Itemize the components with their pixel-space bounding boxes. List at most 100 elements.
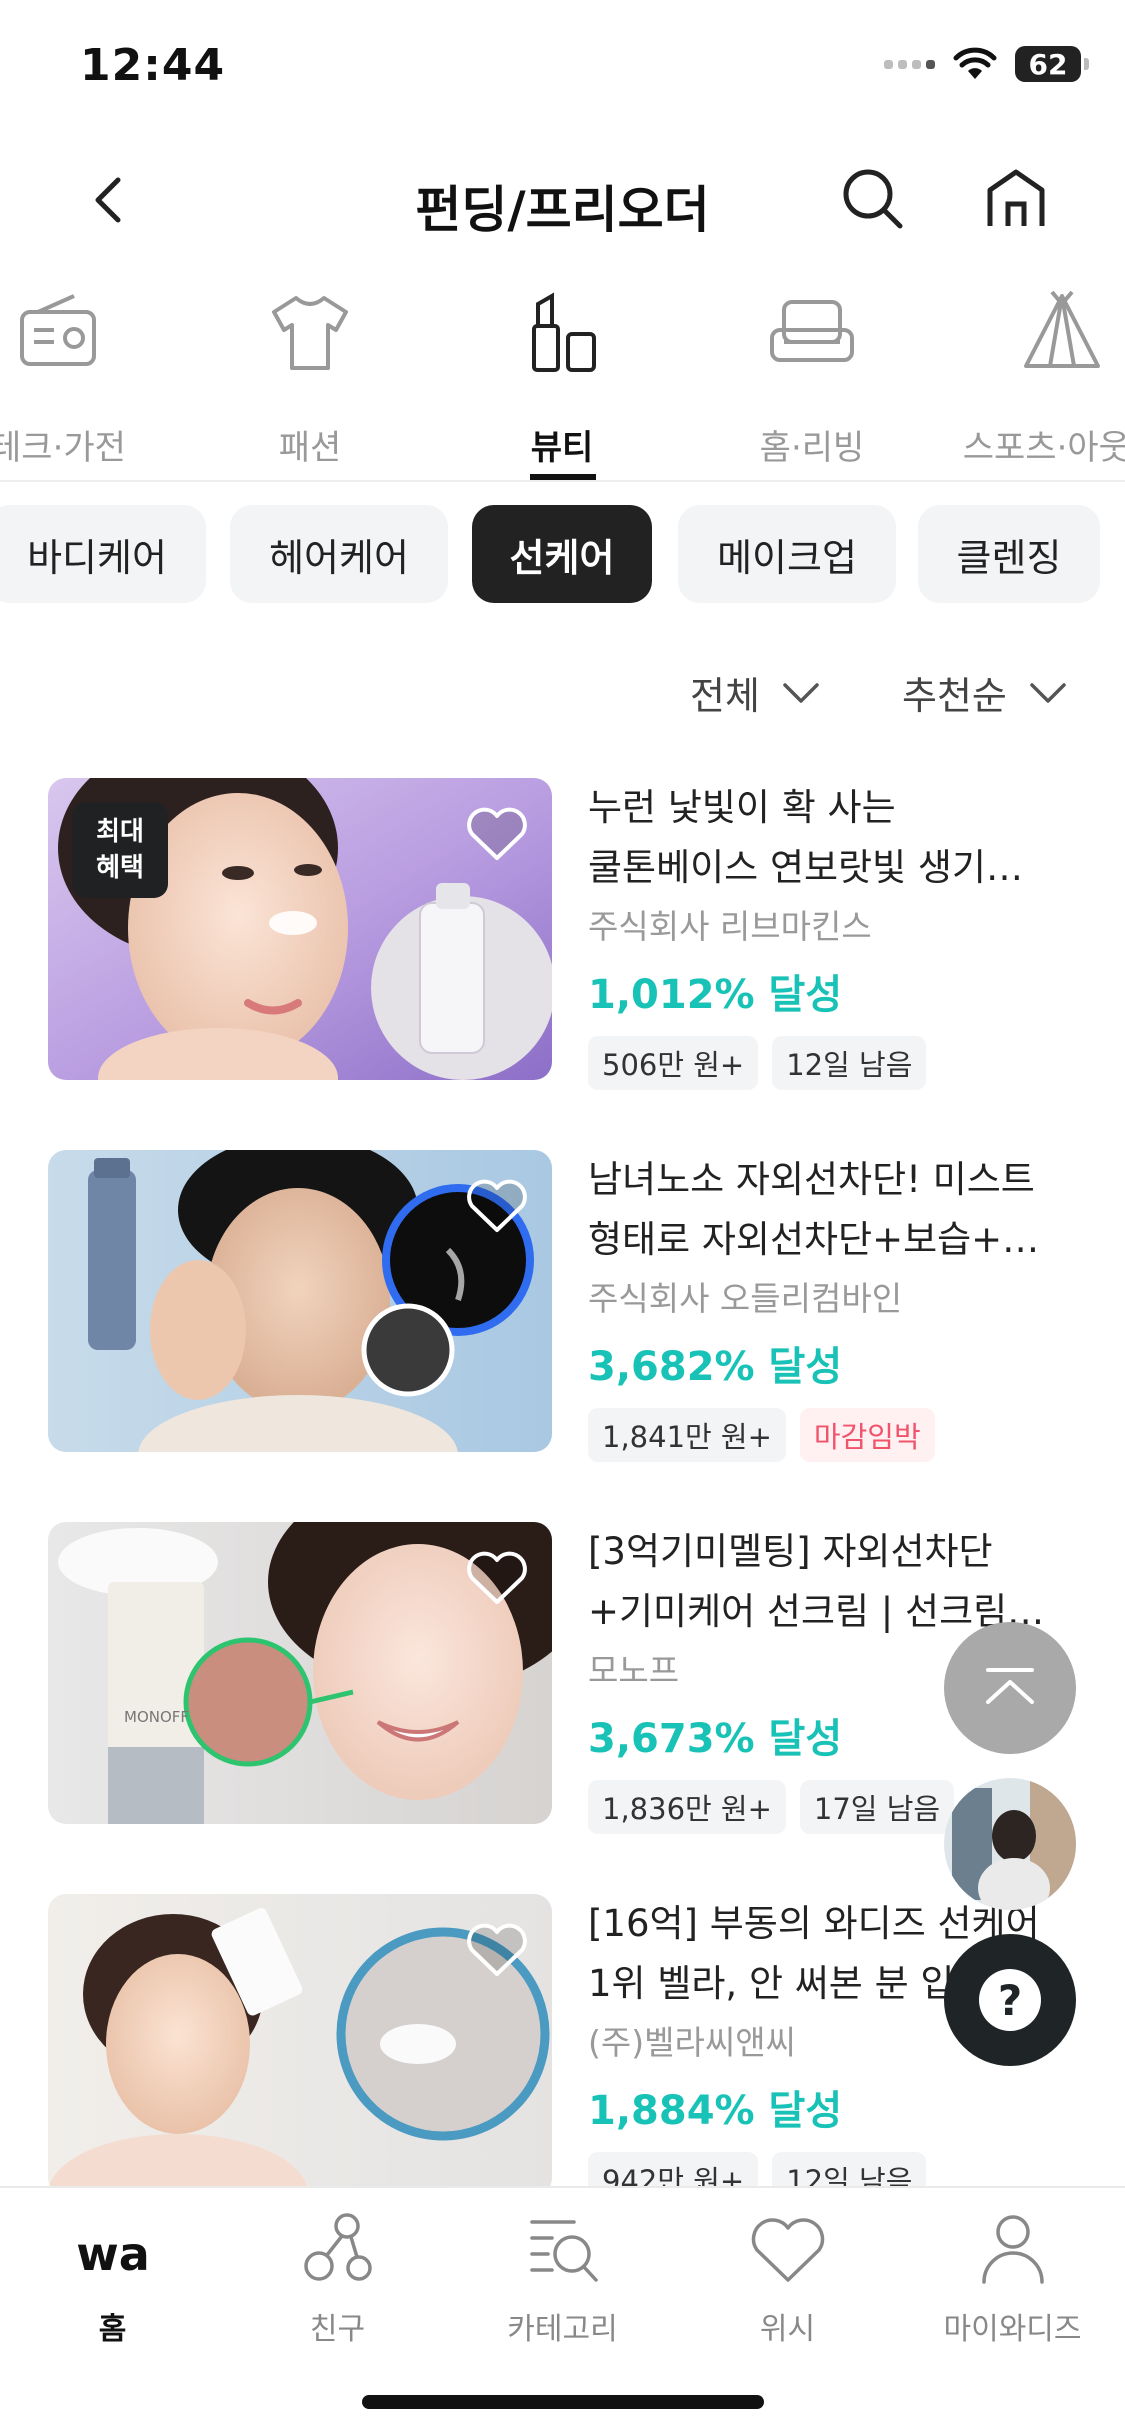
max-benefit-badge: 최대혜택 — [72, 802, 168, 898]
chip-cleansing[interactable]: 클렌징 — [918, 505, 1100, 603]
product-title[interactable]: 남녀노소 자외선차단! 미스트형태로 자외선차단+보습+… — [588, 1150, 1108, 1270]
product-brand-text: MONOFF — [124, 1708, 189, 1726]
cellular-signal-icon — [884, 59, 935, 69]
home-indicator — [362, 2395, 764, 2409]
title-line: [3억기미멜팅] 자외선차단 — [588, 1530, 993, 1573]
subcategory-chips: 바디케어 헤어케어 선케어 메이크업 클렌징 — [0, 505, 1125, 605]
sort-label: 추천순 — [902, 674, 1007, 718]
title-line: 누런 낯빛이 확 사는 — [588, 786, 896, 829]
heart-icon — [751, 2218, 824, 2282]
product-image[interactable] — [48, 1150, 552, 1452]
filter-scope-label: 전체 — [690, 674, 760, 718]
product-info: 남녀노소 자외선차단! 미스트형태로 자외선차단+보습+… 주식회사 오들리컴바… — [588, 1150, 1108, 1462]
home-icon[interactable] — [980, 162, 1052, 234]
category-label: 뷰티 — [530, 428, 594, 468]
nav-label: 친구 — [309, 2312, 366, 2347]
nav-category[interactable]: 카테고리 — [450, 2210, 675, 2348]
chevron-down-icon — [783, 682, 819, 703]
amount-tag: 506만 원+ — [588, 1036, 759, 1090]
arrow-up-icon — [986, 1668, 1034, 1704]
category-label: 스포츠·아웃도 — [962, 428, 1125, 468]
tshirt-icon — [272, 296, 348, 370]
chip-makeup[interactable]: 메이크업 — [678, 505, 896, 603]
achievement-rate: 3,682% 달성 — [588, 1344, 843, 1390]
achievement-rate: 1,884% 달성 — [588, 2088, 843, 2134]
category-tab-sports-outdoor[interactable]: 스포츠·아웃도 — [962, 282, 1125, 469]
header: 펀딩/프리오더 — [0, 140, 1125, 260]
filter-scope-dropdown[interactable]: 전체 — [690, 665, 820, 720]
product-info: 누런 낯빛이 확 사는쿨톤베이스 연보랏빛 생기… 주식회사 리브마킨스 1,0… — [588, 778, 1108, 1090]
product-tags: 1,841만 원+ 마감임박 — [588, 1408, 1108, 1462]
nav-home[interactable]: wa 홈 — [0, 2210, 225, 2348]
heart-icon[interactable] — [464, 1176, 530, 1236]
product-tags: 506만 원+ 12일 남음 — [588, 1036, 1108, 1090]
heart-icon[interactable] — [464, 1920, 530, 1980]
status-indicators: 62 — [884, 46, 1089, 82]
days-left-tag: 12일 남음 — [772, 1036, 927, 1090]
category-label: 테크·가전 — [0, 428, 126, 468]
chip-suncare[interactable]: 선케어 — [472, 505, 652, 603]
heart-icon[interactable] — [464, 1548, 530, 1608]
product-card[interactable]: 최대혜택 누런 낯빛이 확 사는쿨톤베이스 연보랏빛 생기… 주식회사 리브마킨… — [48, 778, 1088, 1098]
title-line: 남녀노소 자외선차단! 미스트 — [588, 1158, 1035, 1201]
product-image[interactable]: 최대혜택 — [48, 778, 552, 1080]
live-video-button[interactable] — [944, 1778, 1076, 1910]
search-icon[interactable] — [836, 162, 908, 234]
category-label: 홈·리빙 — [759, 428, 865, 468]
nav-label: 위시 — [759, 2312, 816, 2347]
page-title: 펀딩/프리오더 — [415, 181, 710, 239]
achievement-rate: 1,012% 달성 — [588, 972, 843, 1018]
nav-wish[interactable]: 위시 — [675, 2210, 900, 2348]
category-tab-home-living[interactable]: 홈·리빙 — [712, 282, 912, 469]
badge-line: 혜택 — [96, 853, 144, 883]
scroll-to-top-button[interactable] — [944, 1622, 1076, 1754]
closing-soon-tag: 마감임박 — [799, 1408, 935, 1462]
battery-icon: 62 — [1015, 46, 1089, 82]
question-icon: ? — [979, 1969, 1041, 2031]
wifi-icon — [953, 47, 997, 79]
nav-my-wadiz[interactable]: 마이와디즈 — [900, 2210, 1125, 2348]
amount-tag: 1,841만 원+ — [588, 1408, 786, 1462]
product-card[interactable]: [16억] 부동의 와디즈 선케어 1위 벨라, 안 써본 분 입… (주)벨라씨… — [48, 1894, 1088, 2214]
wadiz-logo-icon: wa — [76, 2227, 150, 2281]
nav-label: 홈 — [98, 2312, 127, 2347]
tent-icon — [1024, 290, 1100, 368]
profile-icon — [981, 2215, 1044, 2284]
help-button[interactable]: ? — [944, 1934, 1076, 2066]
category-tab-beauty[interactable]: 뷰티 — [462, 282, 662, 469]
category-tab-tech[interactable]: 테크·가전 — [0, 282, 158, 469]
friends-icon — [303, 2213, 372, 2281]
active-tab-underline — [530, 474, 596, 480]
status-bar: 12:44 62 — [0, 0, 1125, 140]
amount-tag: 1,836만 원+ — [588, 1780, 786, 1834]
product-card[interactable]: MONOFF [3억기미멜팅] 자외선차단 +기미케어 선크림 | 선크림… 모노… — [48, 1522, 1088, 1842]
status-time: 12:44 — [80, 40, 226, 91]
chip-bodycare[interactable]: 바디케어 — [0, 505, 206, 603]
days-left-tag: 17일 남음 — [799, 1780, 955, 1834]
nav-friends[interactable]: 친구 — [225, 2210, 450, 2348]
category-tabs: 테크·가전 패션 뷰티 홈·리빙 스포츠·아웃도 — [0, 270, 1125, 482]
heart-icon[interactable] — [464, 804, 530, 864]
title-line: 형태로 자외선차단+보습+… — [588, 1218, 1040, 1261]
maker-name: 주식회사 오들리컴바인 — [588, 1279, 903, 1318]
product-title[interactable]: 누런 낯빛이 확 사는쿨톤베이스 연보랏빛 생기… — [588, 778, 1108, 898]
sofa-icon — [770, 300, 854, 362]
chevron-down-icon — [1030, 682, 1066, 703]
category-label: 패션 — [278, 428, 342, 468]
product-card[interactable]: 남녀노소 자외선차단! 미스트형태로 자외선차단+보습+… 주식회사 오들리컴바… — [48, 1150, 1088, 1470]
chip-haircare[interactable]: 헤어케어 — [230, 505, 448, 603]
live-thumbnail-icon — [944, 1778, 1076, 1910]
product-image[interactable]: MONOFF — [48, 1522, 552, 1824]
nav-label: 카테고리 — [507, 2312, 618, 2347]
title-line: 쿨톤베이스 연보랏빛 생기… — [588, 846, 1023, 889]
maker-name: 주식회사 리브마킨스 — [588, 907, 872, 946]
sort-dropdown[interactable]: 추천순 — [902, 665, 1067, 720]
product-image[interactable] — [48, 1894, 552, 2196]
logo-text: wa — [76, 2227, 150, 2281]
badge-line: 최대 — [96, 817, 144, 847]
category-search-icon — [529, 2220, 598, 2282]
nav-label: 마이와디즈 — [943, 2312, 1082, 2347]
radio-icon — [20, 294, 96, 366]
cosmetics-icon — [532, 292, 596, 372]
category-tab-fashion[interactable]: 패션 — [210, 282, 410, 469]
